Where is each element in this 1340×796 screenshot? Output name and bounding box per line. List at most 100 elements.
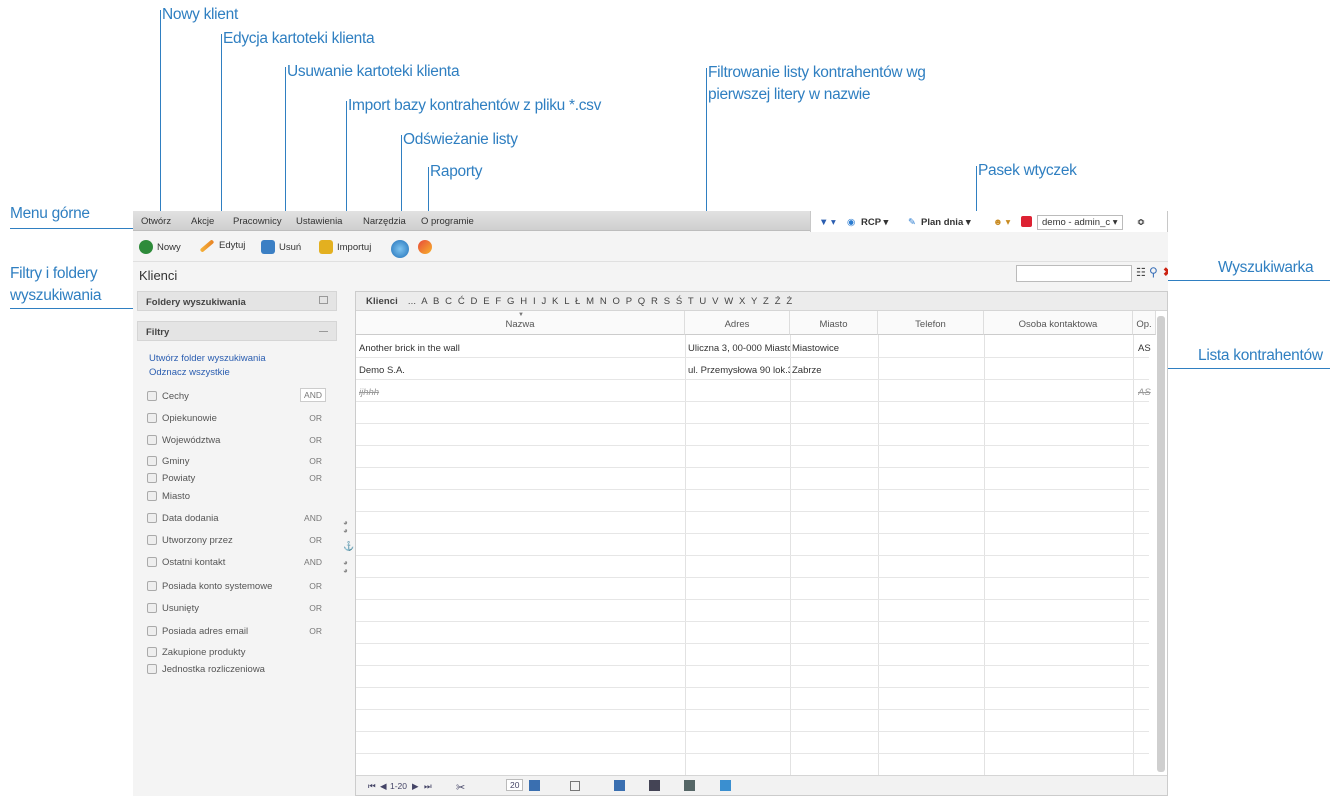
search-options-icon[interactable]: ☷ (1136, 266, 1146, 279)
filter-operator[interactable]: OR (309, 456, 322, 466)
delete-button[interactable]: Usuń (261, 240, 301, 254)
filter-operator[interactable]: OR (309, 473, 322, 483)
filter-row[interactable]: Posiada adres email OR (147, 626, 332, 640)
calculator-icon[interactable] (684, 780, 695, 791)
plan-dnia-plugin[interactable]: Plan dnia ▾ (921, 217, 971, 228)
filter-checkbox[interactable] (147, 491, 157, 502)
cell-op[interactable]: AS (1138, 343, 1156, 354)
filter-operator[interactable]: OR (309, 626, 322, 636)
import-button[interactable]: Importuj (319, 240, 371, 254)
prev-page-icon[interactable]: ◀ (380, 781, 387, 792)
filter-row[interactable]: Posiada konto systemowe OR (147, 581, 332, 595)
filter-row[interactable]: Jednostka rozliczeniowa (147, 664, 332, 678)
clear-filter-icon[interactable]: ✂ (456, 781, 465, 794)
vertical-scrollbar[interactable] (1157, 316, 1165, 772)
filter-row[interactable]: Województwa OR (147, 435, 332, 449)
filters-header[interactable]: Filtry (137, 321, 337, 341)
filter-row[interactable]: Cechy AND (147, 388, 332, 405)
uncheck-all-link[interactable]: Odznacz wszystkie (149, 367, 230, 378)
alphabet-filter-label[interactable]: Klienci (366, 296, 398, 307)
filter-operator[interactable]: OR (309, 581, 322, 591)
reports-button[interactable] (418, 240, 432, 254)
cell-miasto[interactable]: Miastowice (792, 343, 876, 354)
filter-operator[interactable]: AND (300, 388, 326, 402)
filter-checkbox[interactable] (147, 391, 157, 402)
filter-checkbox[interactable] (147, 413, 157, 424)
cell-op[interactable]: AS (1138, 387, 1156, 398)
menu-item-akcje[interactable]: Akcje (191, 216, 214, 227)
first-page-icon[interactable]: ⏮ (368, 781, 376, 792)
edit-button[interactable]: Edytuj (199, 238, 245, 253)
filter-operator[interactable]: OR (309, 603, 322, 613)
cell-nazwa[interactable]: ijhhh (359, 387, 679, 398)
filter-row[interactable]: Miasto (147, 491, 332, 505)
filter-checkbox[interactable] (147, 664, 157, 675)
menu-item-otworz[interactable]: Otwórz (141, 216, 171, 227)
collapse-icon[interactable]: ≎ (1137, 217, 1145, 228)
filter-checkbox[interactable] (147, 581, 157, 592)
person-icon[interactable]: ☻ ▾ (993, 217, 1010, 228)
filter-checkbox[interactable] (147, 456, 157, 467)
filter-checkbox[interactable] (147, 513, 157, 524)
filter-row[interactable]: Zakupione produkty (147, 647, 332, 661)
columns-icon[interactable] (614, 780, 625, 791)
cell-nazwa[interactable]: Demo S.A. (359, 365, 679, 376)
filter-row[interactable]: Gminy OR (147, 456, 332, 470)
cell-miasto[interactable]: Zabrze (792, 365, 876, 376)
filter-checkbox[interactable] (147, 647, 157, 658)
filter-checkbox[interactable] (147, 626, 157, 637)
filter-operator[interactable]: OR (309, 413, 322, 423)
filter-row[interactable]: Data dodania AND (147, 513, 332, 527)
list-view-icon[interactable] (529, 780, 540, 791)
page-size-input[interactable]: 20 (506, 779, 524, 791)
filter-row[interactable]: Powiaty OR (147, 473, 332, 487)
sync-icon[interactable] (720, 780, 731, 791)
search-icon[interactable]: ⚲ (1149, 265, 1158, 279)
funnel-icon[interactable]: ▼ ▾ (819, 217, 836, 228)
filter-operator[interactable]: OR (309, 535, 322, 545)
print-icon[interactable] (649, 780, 660, 791)
export-icon[interactable] (570, 781, 580, 791)
menu-item-ustawienia[interactable]: Ustawienia (296, 216, 342, 227)
new-button[interactable]: Nowy (139, 240, 181, 254)
collapse-panel-icon[interactable] (319, 331, 328, 332)
cell-adres[interactable]: Uliczna 3, 00-000 Miasto (688, 343, 790, 354)
filter-row[interactable]: Utworzony przez OR (147, 535, 332, 549)
clear-search-icon[interactable]: ✖ (1163, 265, 1168, 279)
logout-icon[interactable] (1021, 216, 1032, 227)
refresh-button[interactable] (391, 240, 409, 258)
next-page-icon[interactable]: ▶ (412, 781, 419, 792)
filter-operator[interactable]: AND (304, 557, 322, 567)
contact-filter-scroll-icon[interactable]: ◕ ◕ (343, 559, 348, 575)
create-folder-link[interactable]: Utwórz folder wyszukiwania (149, 353, 266, 364)
column-header-adres[interactable]: Adres (685, 311, 790, 335)
search-folders-header[interactable]: Foldery wyszukiwania (137, 291, 337, 311)
cell-nazwa[interactable]: Another brick in the wall (359, 343, 679, 354)
rcp-plugin[interactable]: RCP ▾ (861, 217, 888, 228)
last-page-icon[interactable]: ⏭ (424, 781, 432, 792)
filter-checkbox[interactable] (147, 473, 157, 484)
column-header-op[interactable]: Op. (1133, 311, 1156, 335)
filter-row[interactable]: Usunięty OR (147, 603, 332, 617)
alphabet-letters[interactable]: ... A B C Ć D E F G H I J K L Ł M N O P … (408, 296, 792, 307)
filter-checkbox[interactable] (147, 603, 157, 614)
filter-checkbox[interactable] (147, 435, 157, 446)
column-header-miasto[interactable]: Miasto (790, 311, 878, 335)
column-header-telefon[interactable]: Telefon (878, 311, 984, 335)
filter-row[interactable]: Opiekunowie OR (147, 413, 332, 427)
expand-icon[interactable] (319, 296, 328, 304)
search-input[interactable] (1016, 265, 1132, 282)
user-select[interactable]: demo - admin_c ▾ (1037, 215, 1123, 230)
filter-checkbox[interactable] (147, 535, 157, 546)
cell-adres[interactable]: ul. Przemysłowa 90 lok.3 (688, 365, 790, 376)
filter-operator[interactable]: OR (309, 435, 322, 445)
filter-row[interactable]: Ostatni kontakt AND (147, 557, 332, 571)
filter-checkbox[interactable] (147, 557, 157, 568)
column-header-osoba[interactable]: Osoba kontaktowa (984, 311, 1133, 335)
menu-item-narzedzia[interactable]: Narzędzia (363, 216, 406, 227)
menu-item-o-programie[interactable]: O programie (421, 216, 474, 227)
menu-item-pracownicy[interactable]: Pracownicy (233, 216, 282, 227)
filter-operator[interactable]: AND (304, 513, 322, 523)
pin-filter-icon[interactable]: ⚓ (343, 541, 354, 552)
date-filter-scroll-icon[interactable]: ◕ ◕ (343, 519, 348, 535)
